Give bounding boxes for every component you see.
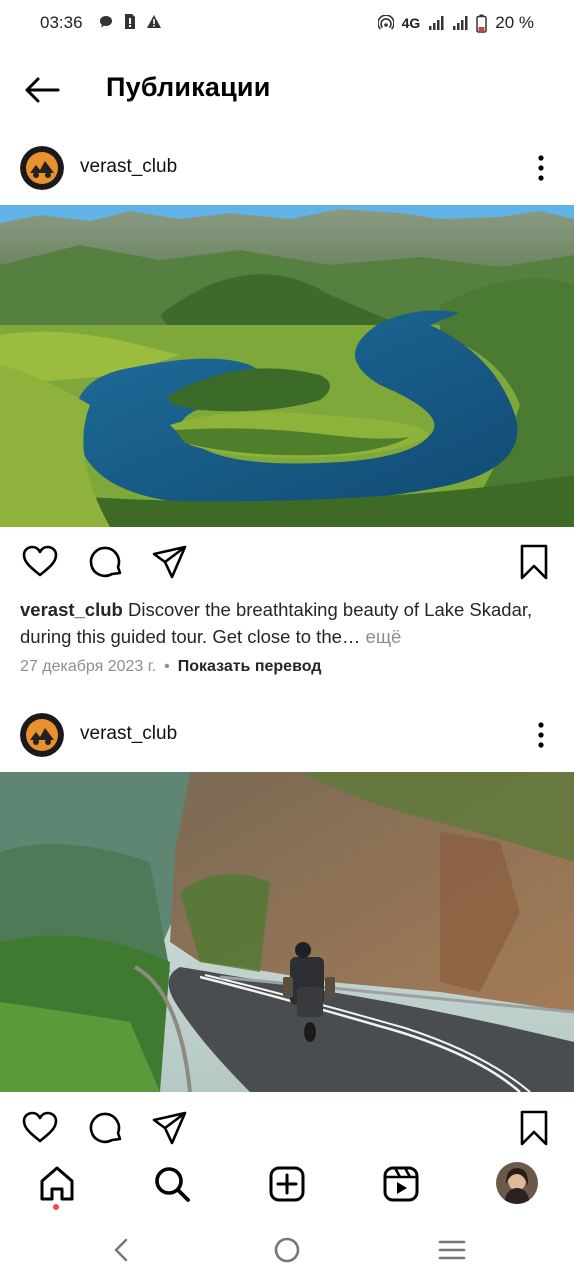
more-options-icon[interactable] [526,717,556,753]
post-caption: verast_club Discover the breathtaking be… [20,596,560,650]
mountain-road-image [0,772,574,1092]
chat-notification-icon [100,15,112,27]
sim-alert-icon [125,14,135,29]
system-recents-icon[interactable] [438,1236,466,1264]
post-image[interactable] [0,772,574,1092]
reels-icon[interactable] [379,1162,423,1206]
more-options-icon[interactable] [526,150,556,186]
comment-icon[interactable] [86,1108,126,1148]
avatar[interactable] [20,146,64,190]
status-right-icons: 4G 20 % [377,13,534,33]
status-bar: 03:36 4G 20 % [0,0,574,48]
avatar[interactable] [20,713,64,757]
caption-username[interactable]: verast_club [20,599,123,620]
post-header: verast_club [0,138,574,198]
bottom-navigation [0,1150,574,1218]
post-image[interactable] [0,205,574,527]
status-time: 03:36 [40,13,83,32]
profile-avatar[interactable] [496,1162,538,1204]
post-username[interactable]: verast_club [80,156,177,178]
post-username[interactable]: verast_club [80,723,177,745]
create-post-icon[interactable] [265,1162,309,1206]
status-notification-icons [98,13,162,30]
club-logo-icon [20,713,64,757]
battery-percent: 20 % [495,13,534,32]
notification-dot [53,1204,59,1210]
like-heart-icon[interactable] [20,542,60,582]
comment-icon[interactable] [86,542,126,582]
profile-photo-icon [496,1162,538,1204]
post-date: 27 декабря 2023 г. [20,658,157,675]
post-actions [0,538,574,588]
bookmark-icon[interactable] [514,1108,554,1148]
hotspot-icon [377,15,394,30]
signal-icon-2 [453,16,468,30]
show-translation-link[interactable]: Показать перевод [178,658,322,675]
caption-more-link[interactable]: ещё [366,626,402,647]
share-send-icon[interactable] [150,542,190,582]
club-logo-icon [20,146,64,190]
signal-icon-1 [429,16,444,30]
post-header: verast_club [0,705,574,765]
share-send-icon[interactable] [150,1108,190,1148]
system-back-icon[interactable] [108,1236,134,1264]
bookmark-icon[interactable] [514,542,554,582]
system-navigation-bar [0,1220,574,1280]
post-actions [0,1104,574,1154]
system-home-icon[interactable] [273,1236,301,1264]
home-icon[interactable] [35,1162,79,1206]
like-heart-icon[interactable] [20,1108,60,1148]
network-type: 4G [401,15,421,31]
top-app-bar: Публикации [0,48,574,132]
post-meta: 27 декабря 2023 г. • Показать перевод [20,658,321,676]
meta-separator: • [164,658,170,675]
search-icon[interactable] [150,1162,194,1206]
page-title: Публикации [106,72,271,102]
lake-skadar-image [0,205,574,527]
warning-icon [147,15,161,28]
back-arrow-icon[interactable] [22,72,62,108]
battery-icon [476,14,487,33]
